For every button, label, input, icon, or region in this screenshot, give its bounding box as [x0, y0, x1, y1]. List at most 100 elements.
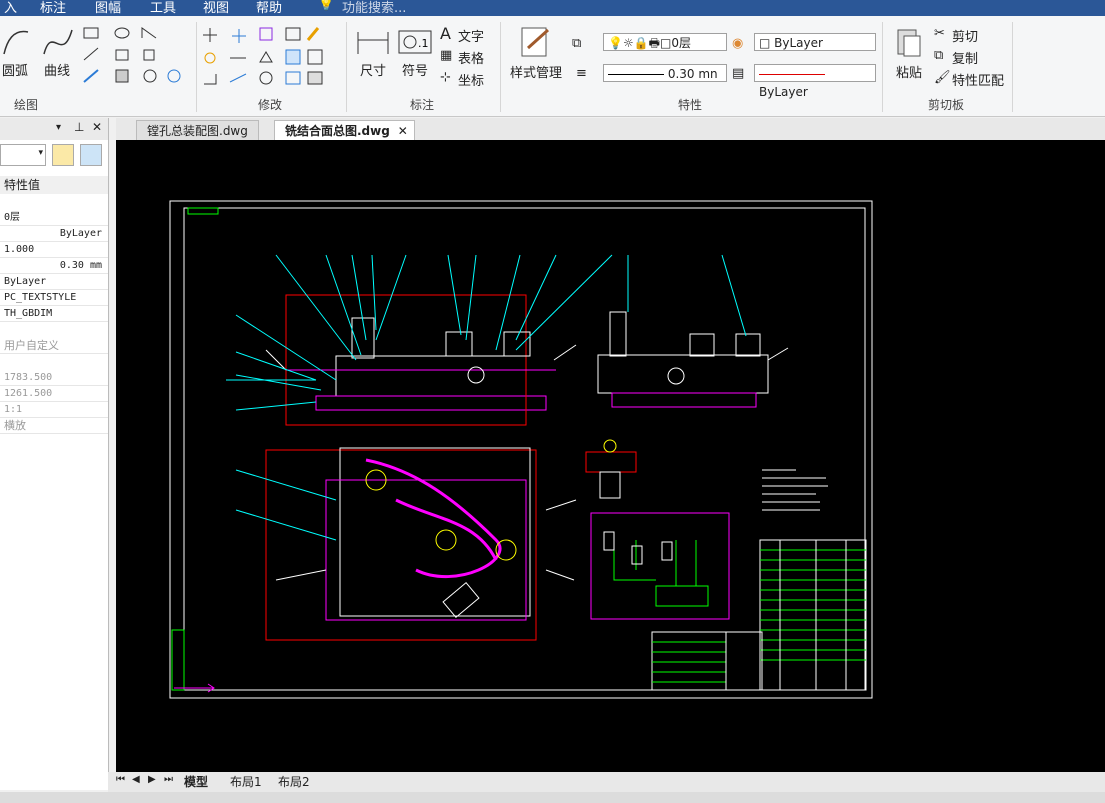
menu-item-frame[interactable]: 图幅 [95, 0, 121, 16]
paste-icon[interactable] [894, 26, 924, 58]
text-button[interactable]: 文字 [458, 26, 484, 45]
side-view [597, 254, 789, 408]
copy-icon: ⧉ [934, 48, 944, 63]
cad-drawing [169, 200, 873, 699]
color-select[interactable]: □ ByLayer [754, 33, 876, 51]
symbol-icon[interactable]: .1 [398, 30, 432, 56]
symbol-button[interactable]: 符号 [402, 60, 428, 79]
lineweight-icon[interactable]: ▤ [732, 66, 744, 81]
menu-item-tools[interactable]: 工具 [150, 0, 176, 16]
technical-notes [762, 469, 828, 511]
object-select[interactable]: ▾ [0, 144, 46, 166]
curve-button[interactable]: 曲线 [44, 60, 70, 79]
doc-tab-boring-assembly[interactable]: 镗孔总装配图.dwg [136, 120, 259, 141]
document-tabs: 镗孔总装配图.dwg 铣结合面总图.dwg ✕ [116, 118, 1105, 141]
prop-paper-size[interactable]: 用户自定义 [0, 338, 108, 354]
prop-width: 1783.500 [0, 370, 108, 386]
prop-layer[interactable]: 0层 [0, 210, 108, 226]
copy-button[interactable]: 复制 [952, 48, 978, 67]
layer-value: 0层 [671, 36, 691, 50]
next-tab-icon[interactable]: ▶ [148, 774, 156, 785]
table-icon: ▦ [440, 48, 453, 63]
prop-lineweight[interactable]: 0.30 mm [0, 258, 108, 274]
separator [1012, 22, 1013, 112]
arc-button[interactable]: 圆弧 [2, 60, 28, 79]
svg-text:.1: .1 [418, 37, 429, 50]
brush-icon: 🖌 [934, 70, 951, 85]
toggle-pickadd-icon[interactable] [52, 144, 74, 166]
status-bar [0, 792, 1105, 803]
linewidth-select[interactable]: 0.30 mn [603, 64, 727, 82]
separator [346, 22, 347, 112]
first-tab-icon[interactable]: ⏮ [116, 774, 125, 785]
draw-tools [82, 26, 192, 92]
drawing-canvas[interactable] [116, 140, 1105, 772]
prev-tab-icon[interactable]: ◀ [132, 774, 140, 785]
layer-manager-icon[interactable]: ⧉ [572, 36, 581, 51]
dimension-icon[interactable] [356, 28, 390, 58]
clipboard-group-label: 剪切板 [928, 98, 965, 112]
doc-tab-label: 铣结合面总图.dwg [285, 124, 390, 138]
linetype-preview [759, 74, 825, 75]
close-icon[interactable]: ✕ [92, 120, 102, 134]
coordinate-button[interactable]: 坐标 [458, 70, 484, 89]
close-tab-icon[interactable]: ✕ [398, 121, 408, 141]
prop-linetype[interactable]: ByLayer [0, 226, 108, 242]
arc-icon[interactable] [0, 24, 30, 60]
menu-bar: 入 标注 图幅 工具 视图 帮助 💡 功能搜索... [0, 0, 1105, 16]
linetype-value: ByLayer [759, 85, 808, 99]
menu-item-0[interactable]: 入 [4, 0, 17, 16]
scissors-icon: ✂ [934, 26, 945, 41]
tab-layout1[interactable]: 布局1 [230, 773, 262, 790]
select-objects-icon[interactable] [80, 144, 102, 166]
layer-select[interactable]: 💡☼🔒🖶□0层 [603, 33, 727, 51]
prop-orientation: 横放 [0, 418, 108, 434]
panel-titlebar: ▾ ⊥ ✕ [0, 118, 108, 140]
pin-icon[interactable]: ⊥ [74, 120, 84, 134]
revision-strip [171, 629, 185, 691]
paste-button[interactable]: 粘贴 [896, 62, 922, 81]
prop-text-style[interactable]: PC_TEXTSTYLE [0, 290, 108, 306]
linetype-icon[interactable]: ≡ [576, 66, 587, 81]
lightbulb-icon: 💡 [318, 0, 335, 12]
schematic-view [590, 512, 730, 620]
coordinate-icon: ⊹ [440, 70, 451, 85]
table-button[interactable]: 表格 [458, 48, 484, 67]
parts-list [759, 539, 867, 691]
ucs-icon [174, 683, 215, 693]
linewidth-preview [608, 74, 664, 75]
curve-icon[interactable] [42, 24, 74, 60]
prop-height: 1261.500 [0, 386, 108, 402]
prop-color[interactable]: ByLayer [0, 274, 108, 290]
sheet-tag [187, 207, 219, 215]
feature-search[interactable]: 功能搜索... [342, 0, 406, 16]
linewidth-value: 0.30 mn [667, 67, 718, 81]
prop-dim-style[interactable]: TH_GBDIM [0, 306, 108, 322]
style-manager-icon[interactable] [520, 26, 552, 58]
detail-view [585, 439, 637, 499]
doc-tab-milling-assembly[interactable]: 铣结合面总图.dwg ✕ [274, 120, 415, 141]
color-wheel-icon[interactable]: ◉ [732, 36, 743, 51]
dimension-button[interactable]: 尺寸 [360, 60, 386, 79]
style-manager-button[interactable]: 样式管理 [510, 62, 562, 81]
tab-model[interactable]: 模型 [184, 773, 208, 790]
title-block [651, 631, 763, 691]
tab-layout2[interactable]: 布局2 [278, 773, 310, 790]
color-value: ByLayer [774, 36, 823, 50]
draw-group-label: 绘图 [14, 98, 39, 112]
prop-linetype-scale[interactable]: 1.000 [0, 242, 108, 258]
linetype-select[interactable]: ByLayer [754, 64, 876, 99]
layer-state-icons: 💡☼🔒🖶□ [608, 36, 672, 50]
properties-panel: ▾ ⊥ ✕ ▾ 特性值 0层 ByLayer 1.000 0.30 mm ByL… [0, 118, 109, 790]
cut-button[interactable]: 剪切 [952, 26, 978, 45]
ribbon: 圆弧 曲线 绘图 修改 尺寸 .1 符号 A 文字 ▦ 表格 ⊹ 坐标 标注 样… [0, 16, 1105, 117]
last-tab-icon[interactable]: ⏭ [164, 774, 173, 785]
menu-item-annotate[interactable]: 标注 [40, 0, 66, 16]
match-properties-button[interactable]: 特性匹配 [952, 70, 1004, 89]
menu-item-help[interactable]: 帮助 [256, 0, 282, 16]
menu-item-view[interactable]: 视图 [203, 0, 229, 16]
properties-group-label: 特性 [678, 98, 703, 112]
separator [882, 22, 883, 112]
layout-tabs-bar: ⏮ ◀ ▶ ⏭ 模型 布局1 布局2 [108, 772, 1105, 792]
panel-menu-icon[interactable]: ▾ [56, 122, 61, 133]
